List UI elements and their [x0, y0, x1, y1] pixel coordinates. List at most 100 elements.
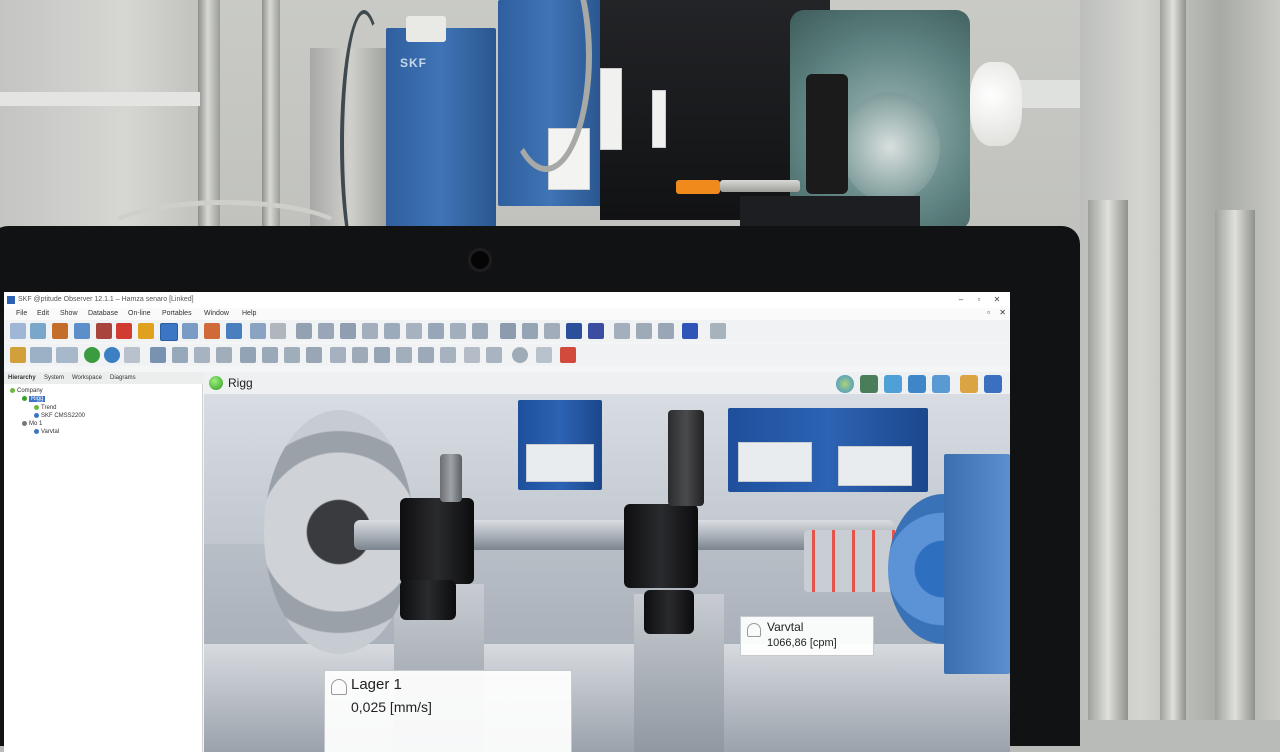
readout-value: 1066,86 [cpm]	[767, 637, 837, 649]
menu-window[interactable]: Window	[204, 310, 229, 317]
tab-hierarchy[interactable]: Hierarchy	[8, 375, 36, 381]
globe-icon[interactable]	[836, 375, 854, 393]
menu-help[interactable]: Help	[242, 310, 256, 317]
menu-edit[interactable]: Edit	[37, 310, 49, 317]
user-icon[interactable]	[226, 323, 242, 339]
diagram10-icon[interactable]	[440, 347, 456, 363]
wave-icon[interactable]	[56, 347, 78, 363]
cabinet-label	[652, 90, 666, 148]
line-icon[interactable]	[30, 347, 52, 363]
diagram8-icon[interactable]	[396, 347, 412, 363]
map-icon[interactable]	[10, 347, 26, 363]
orbit-icon[interactable]	[428, 323, 444, 339]
restore-icon[interactable]: ▫	[987, 308, 990, 317]
tree-node-company[interactable]: Company	[10, 388, 43, 394]
bar-icon[interactable]	[384, 323, 400, 339]
sensor-body	[720, 180, 800, 192]
window1-icon[interactable]	[464, 347, 480, 363]
polar-icon[interactable]	[450, 323, 466, 339]
diagram7-icon[interactable]	[374, 347, 390, 363]
tree-node-cmss2200[interactable]: SKF CMSS2200	[34, 413, 85, 419]
diagram3-icon[interactable]	[284, 347, 300, 363]
gear-icon[interactable]	[614, 323, 630, 339]
save-icon[interactable]	[710, 323, 726, 339]
tools-icon[interactable]	[204, 323, 220, 339]
lager1-readout[interactable]: Lager 1 0,025 [mm/s]	[324, 670, 572, 752]
diagram1-icon[interactable]	[240, 347, 256, 363]
bell-icon[interactable]	[138, 323, 154, 339]
multitrend-icon[interactable]	[500, 323, 516, 339]
menu-file[interactable]: File	[16, 310, 27, 317]
list-icon[interactable]	[362, 323, 378, 339]
layers-icon[interactable]	[984, 375, 1002, 393]
tab-system[interactable]: System	[44, 375, 64, 381]
paste-icon[interactable]	[194, 347, 210, 363]
filter-icon[interactable]	[636, 323, 652, 339]
book-icon[interactable]	[52, 323, 68, 339]
grid-view-icon[interactable]	[124, 347, 140, 363]
bluetooth-icon[interactable]	[682, 323, 698, 339]
new-icon[interactable]	[10, 323, 26, 339]
maximize-button[interactable]: ▫	[970, 292, 988, 308]
menu-portables[interactable]: Portables	[162, 310, 192, 317]
diagram6-icon[interactable]	[352, 347, 368, 363]
close-button[interactable]: ✕	[988, 292, 1006, 308]
left-panel-tabs: Hierarchy System Workspace Diagrams	[4, 372, 204, 384]
report-icon[interactable]	[658, 323, 674, 339]
picture-icon[interactable]	[560, 347, 576, 363]
triangle-icon[interactable]	[908, 375, 926, 393]
menu-show[interactable]: Show	[60, 310, 78, 317]
motor-flange	[840, 92, 940, 202]
image-icon[interactable]	[566, 323, 582, 339]
table-icon[interactable]	[544, 323, 560, 339]
stop-icon[interactable]	[512, 347, 528, 363]
settings-icon[interactable]	[270, 323, 286, 339]
menu-online[interactable]: On-line	[128, 310, 151, 317]
tab-diagrams[interactable]: Diagrams	[110, 375, 136, 381]
photo-bearing-base	[400, 580, 456, 620]
cut-icon[interactable]	[150, 347, 166, 363]
tab-workspace[interactable]: Workspace	[72, 375, 102, 381]
tree-node-mo1[interactable]: Mo 1	[22, 421, 42, 427]
diamond-icon[interactable]	[96, 323, 112, 339]
tree-node-varvtal[interactable]: Varvtal	[34, 429, 59, 435]
photo-bearing-2	[624, 504, 698, 588]
monitor-icon[interactable]	[250, 323, 266, 339]
hierarchy-icon[interactable]	[160, 323, 178, 341]
diagram4-icon[interactable]	[306, 347, 322, 363]
phase-icon[interactable]	[522, 323, 538, 339]
chart-icon[interactable]	[296, 323, 312, 339]
window2-icon[interactable]	[486, 347, 502, 363]
diagram5-icon[interactable]	[330, 347, 346, 363]
trend-icon[interactable]	[318, 323, 334, 339]
tree-node-rigg[interactable]: Rigg	[22, 396, 46, 403]
delete-icon[interactable]	[216, 347, 232, 363]
menu-database[interactable]: Database	[88, 310, 118, 317]
window-title: SKF @ptitude Observer 12.1.1 – Hamza sen…	[18, 296, 194, 303]
minimize-button[interactable]: –	[952, 292, 970, 308]
alarm-icon[interactable]	[116, 323, 132, 339]
copy-icon[interactable]	[172, 347, 188, 363]
waterfall-icon[interactable]	[472, 323, 488, 339]
photo-device-label	[526, 444, 594, 482]
network-icon[interactable]	[182, 323, 198, 339]
plot-icon[interactable]	[588, 323, 604, 339]
online-icon[interactable]	[84, 347, 100, 363]
varvtal-readout[interactable]: Varvtal 1066,86 [cpm]	[740, 616, 874, 656]
edit-icon[interactable]	[960, 375, 978, 393]
hierarchy-tree: Company Rigg Trend SKF CMSS2200 Mo 1 Var…	[4, 384, 203, 752]
spectrum-icon[interactable]	[340, 323, 356, 339]
photo-sensor	[440, 454, 462, 502]
sync-icon[interactable]	[104, 347, 120, 363]
grid-icon[interactable]	[406, 323, 422, 339]
diagram9-icon[interactable]	[418, 347, 434, 363]
shapes-icon[interactable]	[932, 375, 950, 393]
check-icon[interactable]	[884, 375, 902, 393]
diagram2-icon[interactable]	[262, 347, 278, 363]
tree-node-trend[interactable]: Trend	[34, 405, 56, 411]
tree-icon[interactable]	[860, 375, 878, 393]
close-doc-icon[interactable]: ✕	[999, 308, 1006, 317]
open-icon[interactable]	[30, 323, 46, 339]
cube-icon[interactable]	[74, 323, 90, 339]
window3-icon[interactable]	[536, 347, 552, 363]
